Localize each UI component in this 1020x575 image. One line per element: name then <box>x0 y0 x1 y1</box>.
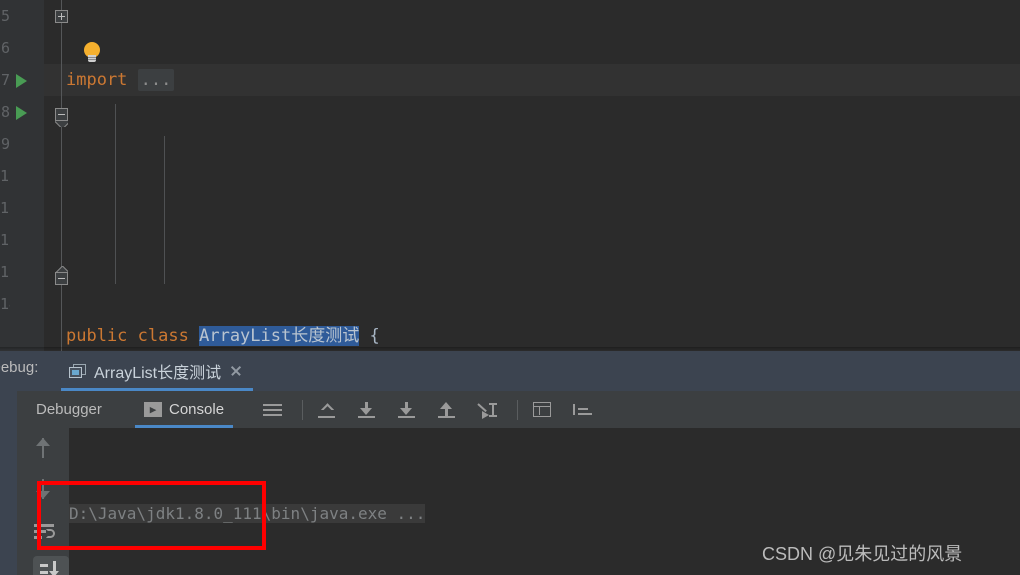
console-icon: ▶ <box>144 402 162 417</box>
line-number: 8 <box>0 103 10 121</box>
keyword-import: import <box>66 70 128 90</box>
close-icon[interactable] <box>229 364 243 378</box>
menu-icon[interactable] <box>257 391 287 428</box>
brace-open: { <box>369 326 380 346</box>
step-over-icon[interactable] <box>311 391 341 428</box>
scroll-up-icon[interactable] <box>26 431 60 465</box>
debug-tabs-bar: Debug: ArrayList长度测试 <box>0 351 1020 391</box>
line-number: 12 <box>0 231 10 249</box>
code-editor[interactable]: 5 6 7 8 9 10 11 12 13 14 impor <box>0 0 1020 474</box>
tab-console-label: Console <box>169 401 225 418</box>
scroll-to-end-icon[interactable] <box>26 552 69 575</box>
force-step-into-icon[interactable] <box>391 391 421 428</box>
scroll-down-icon[interactable] <box>26 472 60 506</box>
line-number: 9 <box>0 135 10 153</box>
console-side-toolbar <box>17 428 69 575</box>
folded-imports-placeholder[interactable]: ... <box>137 69 175 91</box>
line-number-column: 5 6 7 8 9 10 11 12 13 14 <box>0 0 10 351</box>
line-number: 6 <box>0 39 10 57</box>
evaluate-table-icon[interactable] <box>527 391 557 428</box>
keyword-public: public <box>66 326 128 346</box>
settings-lines-icon[interactable] <box>567 391 597 428</box>
line-number: 7 <box>0 71 10 89</box>
keyword-class: class <box>137 326 189 346</box>
step-out-icon[interactable] <box>431 391 461 428</box>
tab-console[interactable]: ▶ Console <box>135 391 234 428</box>
tab-debugger-label: Debugger <box>36 401 102 418</box>
tab-debugger[interactable]: Debugger <box>27 391 111 428</box>
console-line-text: D:\Java\jdk1.8.0_111\bin\java.exe ... <box>69 504 426 523</box>
debug-window-title: Debug: <box>0 359 39 376</box>
class-name-selected[interactable]: ArrayList长度测试 <box>199 326 360 346</box>
step-into-icon[interactable] <box>351 391 381 428</box>
debug-session-tab-label: ArrayList长度测试 <box>94 365 222 382</box>
toolbar-separator <box>517 400 518 420</box>
console-line: D:\Java\jdk1.8.0_111\bin\java.exe ... <box>69 497 1020 530</box>
editor-gutter[interactable]: 5 6 7 8 9 10 11 12 13 14 <box>0 0 44 351</box>
idea-window: 5 6 7 8 9 10 11 12 13 14 impor <box>0 0 1020 575</box>
line-number: 11 <box>0 199 10 217</box>
code-folding-rail <box>61 0 62 351</box>
soft-wrap-icon[interactable] <box>26 514 60 548</box>
debug-toolbar: Debugger ▶ Console <box>17 391 1020 428</box>
console-output[interactable]: D:\Java\jdk1.8.0_111\bin\java.exe ... Co… <box>69 428 1020 575</box>
run-method-gutter-icon[interactable] <box>16 106 27 120</box>
line-number: 10 <box>0 167 10 185</box>
toolbar-separator <box>302 400 303 420</box>
debug-session-tab[interactable]: ArrayList长度测试 <box>61 351 254 391</box>
code-text[interactable]: import ... public class ArrayList长度测试 { … <box>66 0 1020 474</box>
line-number: 14 <box>0 295 10 313</box>
run-configuration-icon <box>69 363 86 379</box>
code-line-import: import ... <box>66 64 1020 96</box>
run-class-gutter-icon[interactable] <box>16 74 27 88</box>
debug-tool-window: Debug: ArrayList长度测试 Debugger ▶ Console <box>0 351 1020 575</box>
line-number: 13 <box>0 263 10 281</box>
run-to-cursor-icon[interactable] <box>472 391 502 428</box>
line-number: 5 <box>0 7 10 25</box>
